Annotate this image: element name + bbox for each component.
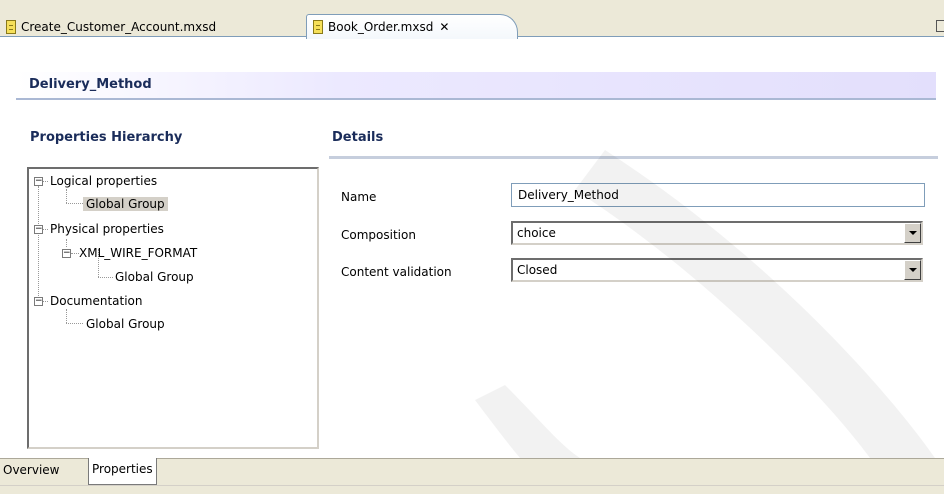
content-validation-select[interactable]: Closed [511,258,923,282]
bottom-tab-bar: Overview Properties [0,458,944,494]
collapse-icon[interactable]: − [34,297,43,306]
tree-node-label: Global Group [83,197,168,211]
section-title: Delivery_Method [29,77,152,92]
document-icon [313,20,323,34]
tree-node-label: Global Group [115,270,194,284]
tree-node-logical-global-group[interactable]: Global Group [83,195,168,213]
document-icon [6,20,16,34]
tree-node-label: XML_WIRE_FORMAT [79,246,198,260]
properties-hierarchy-title: Properties Hierarchy [30,130,183,145]
section-header: Delivery_Method [16,72,936,100]
tree-connector [98,277,113,278]
composition-select[interactable]: choice [511,221,923,245]
tree-node-xml-wire-format[interactable]: − XML_WIRE_FORMAT [62,244,197,262]
name-label: Name [341,190,377,204]
tree-node-logical-properties[interactable]: − Logical properties [34,172,157,190]
collapse-icon[interactable]: − [62,249,71,258]
tree-node-label: Documentation [50,294,143,308]
tab-overview[interactable]: Overview [0,459,63,483]
tree-node-physical-properties[interactable]: − Physical properties [34,220,164,238]
collapse-icon[interactable]: − [34,177,43,186]
tab-label: Create_Customer_Account.mxsd [21,20,217,34]
tab-properties[interactable]: Properties [88,458,157,485]
tree-node-label: Physical properties [50,222,164,236]
tree-connector [66,323,83,324]
tree-connector [66,309,67,323]
tree-connector [38,186,39,302]
tree-node-documentation[interactable]: − Documentation [34,292,143,310]
tree-connector [66,189,67,203]
collapse-icon[interactable]: − [34,225,43,234]
composition-value: choice [517,226,556,240]
content-validation-label: Content validation [341,265,452,279]
composition-label: Composition [341,228,416,242]
tree-node-label: Logical properties [50,174,158,188]
tab-label: Book_Order.mxsd [328,20,434,34]
tab-book-order[interactable]: Book_Order.mxsd ✕ [306,14,518,39]
name-field[interactable] [511,183,925,207]
editor-area: Delivery_Method Properties Hierarchy Det… [0,37,944,458]
tree-node-label: Global Group [86,317,165,331]
chevron-down-icon[interactable] [904,260,921,280]
tab-overflow-icon[interactable] [936,20,944,32]
editor-tab-bar: Create_Customer_Account.mxsd Book_Order.… [0,0,944,39]
details-title: Details [332,130,384,145]
details-divider [329,156,938,159]
tree-connector [66,203,83,204]
tree-node-physical-global-group[interactable]: Global Group [115,268,194,286]
properties-tree[interactable]: − Logical properties Global Group − Phys… [27,167,319,449]
close-icon[interactable]: ✕ [439,20,449,34]
tab-create-customer-account[interactable]: Create_Customer_Account.mxsd [0,16,300,38]
tree-node-documentation-global-group[interactable]: Global Group [86,315,165,333]
chevron-down-icon[interactable] [904,223,921,243]
bottom-divider [0,485,944,486]
content-validation-value: Closed [517,263,558,277]
